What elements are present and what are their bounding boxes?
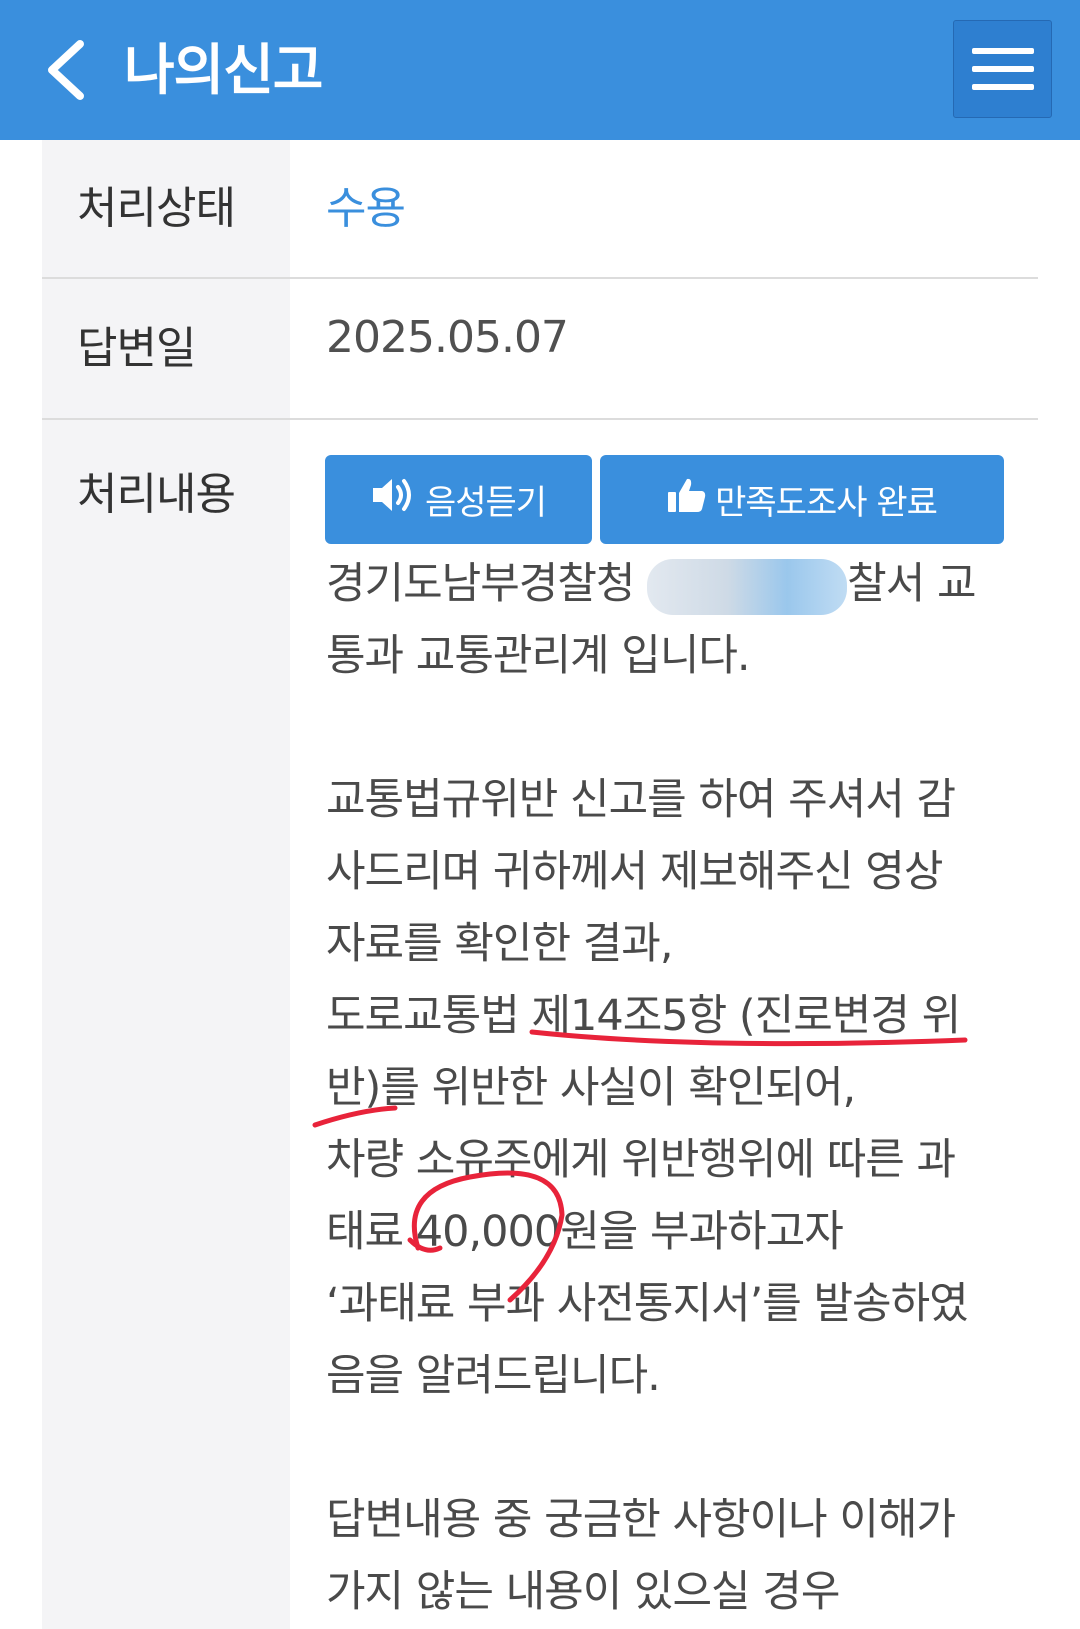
speaker-icon xyxy=(371,475,417,524)
answer-content: 경기도남부경찰청 찰서 교 통과 교통관리계 입니다. 교통법규위반 신고를 하… xyxy=(326,548,1016,1628)
row-divider xyxy=(42,418,1038,420)
redacted-area xyxy=(647,558,848,615)
answer-date-value: 2025.05.07 xyxy=(326,312,569,363)
thumbs-up-icon xyxy=(667,476,707,523)
content-line: 가지 않는 내용이 있으실 경우 xyxy=(326,1567,840,1617)
content-line: 답변내용 중 궁금한 사항이나 이해가 xyxy=(326,1495,956,1545)
content-line: 교통법규위반 신고를 하여 주셔서 감 xyxy=(326,775,956,825)
hamburger-menu-icon[interactable] xyxy=(953,20,1052,118)
app-header: 나의신고 xyxy=(0,0,1080,140)
content-label: 처리내용 xyxy=(77,469,236,520)
content-line: 경기도남부경찰청 찰서 교 xyxy=(326,548,1016,620)
content-line: 통과 교통관리계 입니다. xyxy=(326,631,751,681)
listen-audio-button[interactable]: 음성듣기 xyxy=(325,455,592,544)
content-line: 반)를 위반한 사실이 확인되어, xyxy=(326,1063,856,1113)
status-label: 처리상태 xyxy=(77,183,236,234)
page-title: 나의신고 xyxy=(124,38,323,102)
satisfaction-survey-button[interactable]: 만족도조사 완료 xyxy=(600,455,1004,544)
answer-date-label: 답변일 xyxy=(77,323,196,374)
content-line: 사드리며 귀하께서 제보해주신 영상 xyxy=(326,847,943,897)
content-line: 음을 알려드립니다. xyxy=(326,1351,661,1401)
content-line: 차량 소유주에게 위반행위에 따른 과 xyxy=(326,1135,956,1185)
content-line: 자료를 확인한 결과, xyxy=(326,919,674,969)
chevron-left-icon[interactable] xyxy=(38,36,102,104)
status-value: 수용 xyxy=(326,183,406,234)
content-line: 도로교통법 제14조5항 (진로변경 위 xyxy=(326,991,961,1041)
row-divider xyxy=(42,277,1038,279)
content-line: 태료 40,000원을 부과하고자 xyxy=(326,1207,844,1257)
content-line: ‘과태료 부과 사전통지서’를 발송하였 xyxy=(326,1279,969,1329)
listen-audio-label: 음성듣기 xyxy=(424,483,547,523)
satisfaction-survey-label: 만족도조사 완료 xyxy=(715,483,938,523)
